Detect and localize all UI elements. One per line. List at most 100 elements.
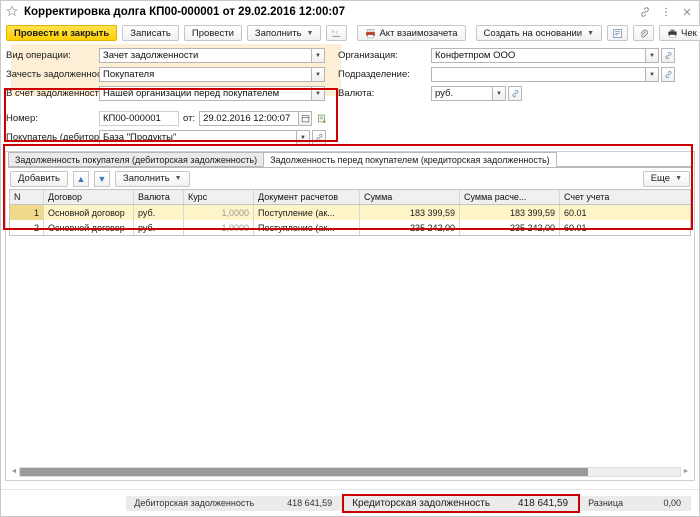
cell-currency: руб. — [134, 205, 184, 220]
buyer-label: Покупатель (дебитор): — [6, 132, 99, 143]
printer-icon — [365, 28, 376, 39]
move-row-down-icon[interactable]: ▼ — [94, 171, 110, 187]
payable-value: 418 641,59 — [496, 498, 578, 509]
date-input[interactable]: 29.02.2016 12:00:07 — [199, 111, 299, 126]
move-row-up-icon[interactable]: ▲ — [73, 171, 89, 187]
favorite-star-icon[interactable] — [6, 5, 19, 18]
table-row[interactable]: 1 Основной договор руб. 1,0000 Поступлен… — [10, 205, 690, 220]
currency-dropdown-icon[interactable]: ▼ — [493, 86, 506, 101]
kebab-menu-icon[interactable] — [660, 6, 672, 18]
buyer-dropdown-icon[interactable]: ▼ — [297, 130, 310, 145]
offset-debt-dropdown-icon[interactable]: ▼ — [312, 67, 325, 82]
scroll-left-icon[interactable]: ◄ — [9, 468, 19, 475]
create-based-on-button[interactable]: Создать на основании ▼ — [476, 25, 603, 41]
buyer-open-icon[interactable] — [312, 130, 326, 145]
buyer-input[interactable]: База "Продукты" — [99, 130, 297, 145]
cell-amount: 235 242,00 — [360, 220, 460, 235]
annotation-box-payable-total: Кредиторская задолженность 418 641,59 — [342, 494, 580, 513]
chevron-down-icon: ▼ — [175, 175, 182, 182]
table-row[interactable]: 2 Основной договор руб. 1,0000 Поступлен… — [10, 220, 690, 235]
receivable-total: Дебиторская задолженность 418 641,59 — [126, 496, 342, 511]
debt-panel: Задолженность покупателя (дебиторская за… — [5, 151, 695, 481]
svg-text:T: T — [336, 31, 339, 35]
against-debt-dropdown-icon[interactable]: ▼ — [312, 86, 325, 101]
tab-payable[interactable]: Задолженность перед покупателем (кредито… — [263, 152, 557, 167]
operation-type-dropdown-icon[interactable]: ▼ — [312, 48, 325, 63]
offset-debt-input[interactable]: Покупателя — [99, 67, 312, 82]
tab-strip: Задолженность покупателя (дебиторская за… — [8, 152, 692, 168]
command-toolbar: Провести и закрыть Записать Провести Зап… — [1, 22, 699, 44]
department-input[interactable] — [431, 67, 646, 82]
create-based-on-label: Создать на основании — [484, 28, 583, 39]
column-header-currency: Валюта — [134, 190, 184, 204]
department-dropdown-icon[interactable]: ▼ — [646, 67, 659, 82]
receivable-label: Дебиторская задолженность — [126, 498, 260, 508]
currency-input[interactable]: руб. — [431, 86, 493, 101]
calendar-icon[interactable] — [299, 111, 312, 126]
svg-text:A: A — [332, 28, 335, 33]
post-and-close-button[interactable]: Провести и закрыть — [6, 25, 117, 41]
field-organization: Организация: Конфетпром ООО ▼ — [338, 47, 688, 64]
close-icon[interactable] — [681, 6, 693, 18]
horizontal-scrollbar[interactable]: ◄ ► — [9, 466, 691, 477]
organization-input[interactable]: Конфетпром ООО — [431, 48, 646, 63]
status-bar: Дебиторская задолженность 418 641,59 Кре… — [1, 489, 699, 516]
tab-receivable[interactable]: Задолженность покупателя (дебиторская за… — [8, 152, 264, 167]
add-row-button[interactable]: Добавить — [10, 171, 68, 187]
post-button[interactable]: Провести — [184, 25, 242, 41]
cell-rate: 1,0000 — [184, 220, 254, 235]
column-header-n: N — [10, 190, 44, 204]
scrollbar-thumb[interactable] — [20, 468, 588, 476]
cell-amount-settlement: 235 242,00 — [460, 220, 560, 235]
cell-document: Поступление (ак... — [254, 205, 360, 220]
grid-toolbar: Добавить ▲ ▼ Заполнить ▼ Еще ▼ — [6, 168, 694, 189]
number-input[interactable]: КП00-000001 — [99, 111, 179, 126]
cell-contract: Основной договор — [44, 205, 134, 220]
write-button[interactable]: Записать — [122, 25, 179, 41]
chevron-down-icon: ▼ — [675, 175, 682, 182]
column-header-amount: Сумма — [360, 190, 460, 204]
fill-button[interactable]: Заполнить ▼ — [247, 25, 322, 41]
payable-label: Кредиторская задолженность — [344, 498, 496, 509]
title-bar: Корректировка долга КП00-000001 от 29.02… — [1, 1, 699, 22]
field-against-debt: В счет задолженности: Нашей организации … — [6, 85, 338, 102]
against-debt-input[interactable]: Нашей организации перед покупателем — [99, 86, 312, 101]
scrollbar-track[interactable] — [19, 467, 681, 477]
cell-n: 2 — [10, 220, 44, 235]
grid-fill-button[interactable]: Заполнить ▼ — [115, 171, 190, 187]
scroll-right-icon[interactable]: ► — [681, 468, 691, 475]
against-debt-label: В счет задолженности: — [6, 88, 99, 99]
act-report-label: Акт взаимозачета — [379, 28, 457, 39]
chevron-down-icon: ▼ — [587, 30, 594, 37]
field-offset-debt: Зачесть задолженность: Покупателя ▼ — [6, 66, 338, 83]
cell-contract: Основной договор — [44, 220, 134, 235]
field-currency: Валюта: руб. ▼ — [338, 85, 688, 102]
operation-type-input[interactable]: Зачет задолженности — [99, 48, 312, 63]
act-report-button[interactable]: Акт взаимозачета — [357, 25, 465, 41]
receivable-value: 418 641,59 — [260, 498, 342, 508]
cell-amount: 183 399,59 — [360, 205, 460, 220]
field-department: Подразделение: ▼ — [338, 66, 688, 83]
department-open-icon[interactable] — [661, 67, 675, 82]
stamp-icon[interactable] — [315, 111, 329, 126]
report-button[interactable] — [607, 25, 628, 41]
grid-more-button[interactable]: Еще ▼ — [643, 171, 690, 187]
form-right-column: Организация: Конфетпром ООО ▼ Подразделе… — [338, 44, 688, 148]
column-header-amount-settlement: Сумма расче... — [460, 190, 560, 204]
currency-label: Валюта: — [338, 88, 431, 99]
organization-dropdown-icon[interactable]: ▼ — [646, 48, 659, 63]
attach-button[interactable] — [633, 25, 654, 41]
organization-label: Организация: — [338, 50, 431, 61]
organization-open-icon[interactable] — [661, 48, 675, 63]
abc-translate-button[interactable]: A T — [326, 25, 347, 41]
difference-label: Разница — [580, 498, 629, 508]
cell-account: 60.01 — [560, 220, 680, 235]
column-header-document: Документ расчетов — [254, 190, 360, 204]
link-icon[interactable] — [639, 6, 651, 18]
currency-open-icon[interactable] — [508, 86, 522, 101]
offset-debt-label: Зачесть задолженность: — [6, 69, 99, 80]
document-form: Вид операции: Зачет задолженности ▼ Заче… — [1, 44, 699, 148]
column-header-contract: Договор — [44, 190, 134, 204]
grid-fill-label: Заполнить — [123, 173, 170, 184]
check-button[interactable]: Чек — [659, 25, 700, 41]
